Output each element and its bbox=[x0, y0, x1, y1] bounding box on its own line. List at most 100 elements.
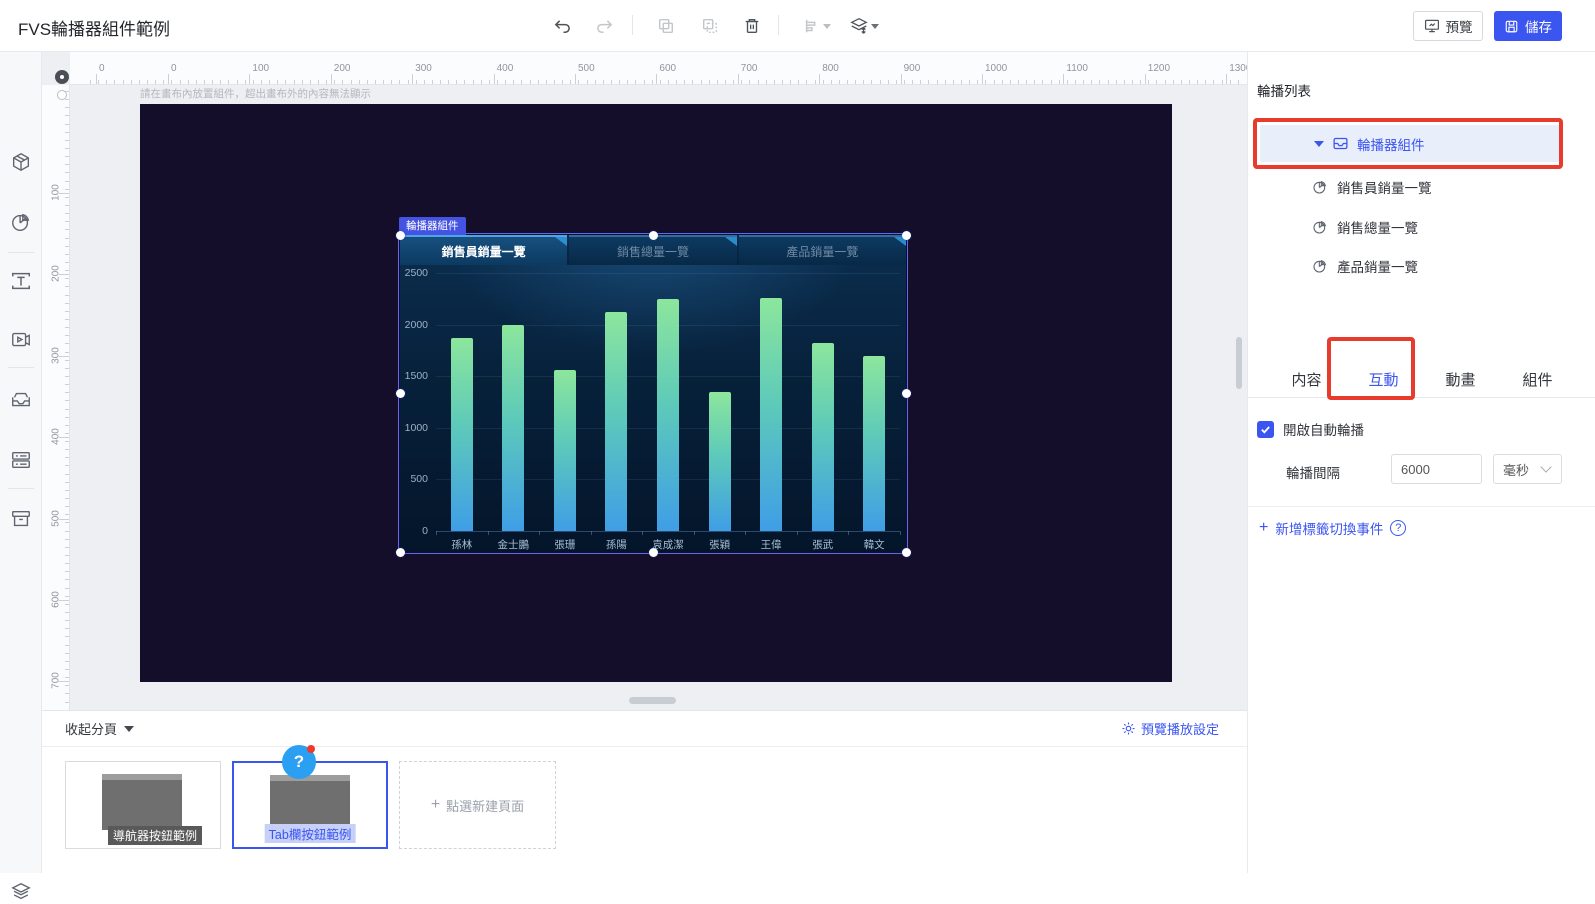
chart-y-label: 500 bbox=[410, 473, 428, 486]
settings-tab-内容[interactable]: 内容 bbox=[1268, 360, 1345, 398]
chart-y-label: 1000 bbox=[404, 421, 428, 434]
duplicate-icon[interactable] bbox=[652, 13, 680, 39]
tree-item-carousel-component[interactable]: 輪播器組件 bbox=[1260, 125, 1560, 162]
chart-x-tick bbox=[900, 531, 901, 535]
tree-item-3[interactable]: 產品銷量一覽 bbox=[1312, 251, 1572, 281]
carousel-list-title: 輪播列表 bbox=[1257, 84, 1311, 99]
chevron-down-icon bbox=[1540, 461, 1552, 473]
layers-icon[interactable] bbox=[9, 880, 33, 904]
v-ruler-tick bbox=[65, 156, 69, 158]
h-ruler-tick bbox=[228, 80, 230, 84]
auto-carousel-checkbox[interactable] bbox=[1257, 420, 1274, 438]
dashboard-page[interactable]: 銷售員銷量一覽 銷售總量一覽 產品銷量一覽 0 500 1000 1500 2000 2500… bbox=[140, 104, 1172, 682]
preview-button[interactable]: 預覽 bbox=[1413, 11, 1483, 41]
h-ruler-tick bbox=[982, 74, 983, 84]
selection-handle[interactable] bbox=[395, 547, 405, 557]
chart-tab-label: 銷售總量一覽 bbox=[616, 244, 689, 259]
v-ruler-tick bbox=[65, 359, 69, 361]
component-3d-icon[interactable] bbox=[9, 150, 33, 174]
h-ruler-tick bbox=[244, 80, 246, 84]
page-card[interactable]: ? Tab欄按鈕範例 bbox=[232, 745, 388, 849]
h-ruler-tick bbox=[147, 80, 148, 84]
interval-unit-select[interactable]: 毫秒 bbox=[1493, 454, 1562, 484]
settings-tab-動畫[interactable]: 動畫 bbox=[1422, 360, 1499, 398]
chart-x-tick bbox=[590, 531, 592, 535]
chart-bar bbox=[657, 298, 679, 531]
chart-icon[interactable] bbox=[9, 210, 33, 234]
h-ruler-tick bbox=[204, 80, 205, 84]
collapse-pages-control[interactable]: 收起分頁 bbox=[65, 719, 135, 738]
align-icon[interactable] bbox=[798, 13, 836, 39]
h-ruler-tick bbox=[1074, 80, 1076, 84]
h-ruler-tick bbox=[1066, 80, 1068, 84]
help-question-badge[interactable]: ? bbox=[282, 745, 316, 779]
selection-handle[interactable] bbox=[648, 547, 658, 557]
save-button[interactable]: 儲存 bbox=[1494, 11, 1562, 41]
v-ruler-tick bbox=[59, 193, 69, 194]
chart-tab[interactable]: 銷售總量一覽 bbox=[569, 235, 737, 265]
v-ruler-tick bbox=[65, 375, 69, 377]
page-card[interactable]: 導航器按鈕範例 bbox=[65, 761, 221, 849]
h-ruler-tick bbox=[619, 80, 621, 84]
selection-handle[interactable] bbox=[901, 230, 911, 240]
add-tab-switch-event-link[interactable]: + 新增標籤切換事件 ? bbox=[1259, 518, 1407, 538]
v-ruler-tick bbox=[65, 465, 69, 467]
pie-chart-icon bbox=[1313, 259, 1327, 273]
settings-tab-組件[interactable]: 組件 bbox=[1499, 360, 1576, 398]
selection-handle[interactable] bbox=[648, 230, 658, 240]
chart-tab[interactable]: 產品銷量一覽 bbox=[738, 235, 906, 265]
chart-bar bbox=[605, 312, 628, 531]
v-ruler-tick bbox=[65, 302, 69, 304]
interval-input[interactable] bbox=[1391, 454, 1482, 484]
v-ruler-tick bbox=[65, 481, 69, 483]
chart-y-label: 2500 bbox=[404, 267, 428, 279]
sidebar-divider bbox=[8, 252, 34, 253]
right-panel-divider bbox=[1248, 506, 1595, 507]
media-icon[interactable] bbox=[9, 328, 33, 352]
v-ruler-tick bbox=[65, 587, 69, 589]
delete-icon[interactable] bbox=[738, 13, 766, 39]
h-ruler-tick bbox=[1083, 80, 1085, 84]
h-ruler-number: 1200 bbox=[1147, 63, 1171, 74]
question-circle-icon[interactable]: ? bbox=[1390, 520, 1407, 536]
selection-handle[interactable] bbox=[395, 230, 405, 240]
chart-tab[interactable]: 銷售員銷量一覽 bbox=[400, 235, 568, 265]
v-ruler-tick bbox=[65, 595, 69, 597]
layer-order-icon[interactable] bbox=[844, 13, 884, 39]
tree-item-1[interactable]: 銷售員銷量一覽 bbox=[1312, 172, 1572, 202]
h-ruler-tick bbox=[790, 80, 791, 84]
ruler-origin-icon[interactable] bbox=[55, 70, 69, 84]
new-page-button[interactable]: + 點選新建頁面 bbox=[399, 761, 556, 849]
settings-tab-互動[interactable]: 互動 bbox=[1345, 360, 1422, 398]
canvas-vertical-scrollbar[interactable] bbox=[1236, 337, 1242, 389]
tree-item-2[interactable]: 銷售總量一覽 bbox=[1312, 212, 1572, 242]
archive-icon[interactable] bbox=[9, 507, 33, 531]
table-icon[interactable] bbox=[9, 448, 33, 472]
h-ruler-tick bbox=[708, 80, 710, 84]
h-ruler-tick bbox=[391, 80, 393, 84]
h-ruler-tick bbox=[220, 80, 222, 84]
design-canvas-zone: 0 0 100 200 300 400 500 600 700 800 900 1000 1100 120… bbox=[42, 52, 1247, 710]
carousel-widget-icon[interactable] bbox=[9, 388, 33, 412]
guide-toggle-icon[interactable] bbox=[57, 90, 67, 100]
gear-icon bbox=[1122, 722, 1135, 735]
paste-icon[interactable] bbox=[696, 13, 724, 39]
undo-icon[interactable] bbox=[548, 13, 576, 39]
canvas-horizontal-scrollbar[interactable] bbox=[629, 697, 676, 704]
check-icon bbox=[1261, 425, 1270, 434]
selection-handle[interactable] bbox=[901, 388, 911, 398]
selection-handle[interactable] bbox=[395, 388, 405, 398]
text-icon[interactable] bbox=[9, 269, 33, 293]
v-ruler-tick bbox=[65, 546, 69, 548]
h-ruler-tick bbox=[326, 80, 328, 84]
tree-expand-caret-icon[interactable] bbox=[1314, 140, 1324, 147]
chart-x-tick bbox=[642, 531, 644, 535]
carousel-component[interactable]: 銷售員銷量一覽 銷售總量一覽 產品銷量一覽 0 500 1000 1500 2000 2500… bbox=[395, 217, 911, 557]
chart-bar bbox=[708, 391, 731, 531]
h-ruler-tick bbox=[936, 80, 938, 84]
toolbar-separator bbox=[778, 15, 779, 35]
preview-playback-settings-link[interactable]: 預覽播放設定 bbox=[1121, 719, 1219, 738]
selection-handle[interactable] bbox=[901, 547, 911, 557]
v-ruler-tick bbox=[65, 449, 69, 451]
redo-icon[interactable] bbox=[590, 13, 618, 39]
